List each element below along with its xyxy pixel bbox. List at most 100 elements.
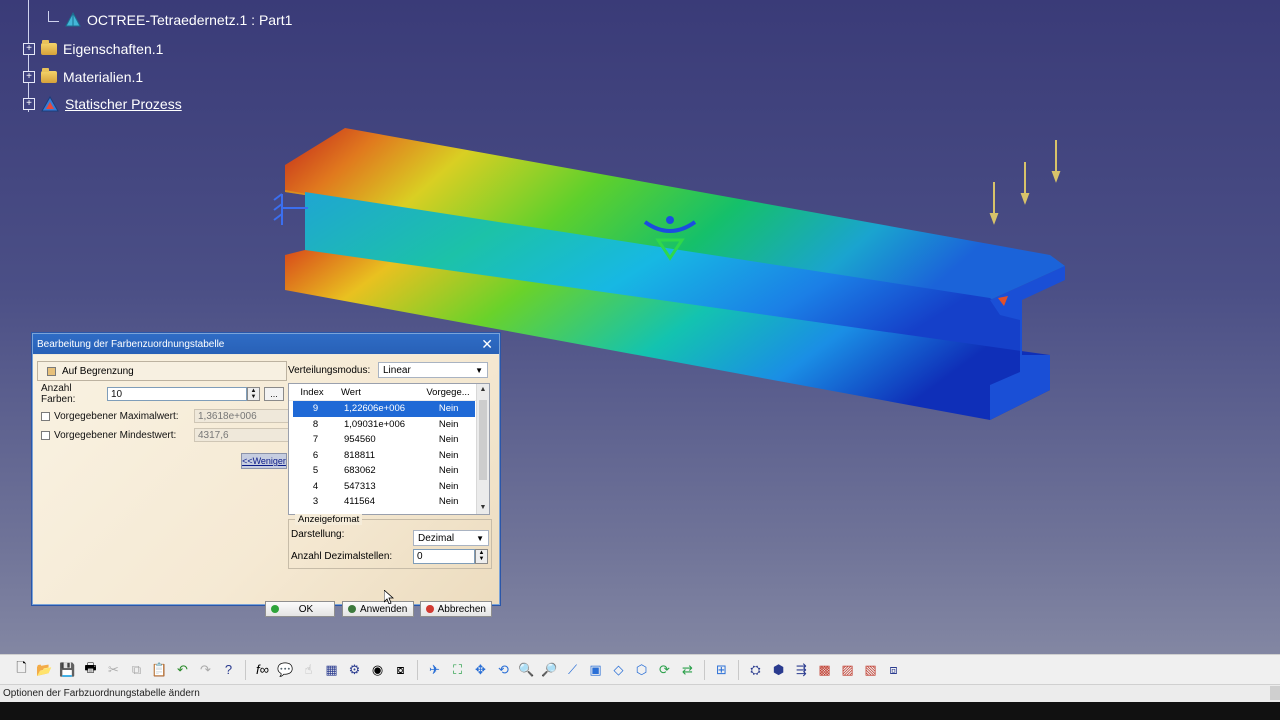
tree-item-mesh[interactable]: OCTREE-Tetraedernetz.1 : Part1 (48, 10, 292, 28)
table-row[interactable]: 3 411564 Nein (293, 494, 475, 510)
fit-all-icon[interactable]: ⛶ (448, 660, 467, 679)
measure-icon[interactable]: ⧇ (391, 660, 410, 679)
multi-view-icon[interactable]: ▣ (586, 660, 605, 679)
spin-down-icon[interactable]: ▼ (479, 556, 485, 562)
table-scrollbar[interactable]: ▲ ▼ (476, 384, 489, 514)
expand-icon[interactable]: + (23, 98, 35, 110)
cut-icon[interactable]: ✂ (104, 660, 123, 679)
iso-view-icon[interactable]: ◇ (609, 660, 628, 679)
displacement-icon[interactable]: ▨ (838, 660, 857, 679)
dialog-body: Auf Begrenzung Anzahl Farben: 10 ▲ ▼ ... … (33, 355, 499, 617)
min-value-checkbox[interactable] (41, 430, 50, 440)
expand-icon[interactable]: + (23, 43, 35, 55)
tree-item-label: Eigenschaften.1 (63, 41, 164, 57)
von-mises-icon[interactable]: ▩ (815, 660, 834, 679)
table-row[interactable]: 7 954560 Nein (293, 432, 475, 448)
formula-icon[interactable]: f∞ (253, 660, 272, 679)
red-dot-icon (426, 605, 434, 613)
status-text: Optionen der Farbzuordnungstabelle änder… (3, 688, 200, 699)
more-button[interactable]: ... (264, 387, 284, 401)
toolbar-separator (245, 659, 246, 680)
table-row[interactable]: 8 1,09031e+006 Nein (293, 417, 475, 433)
max-value-input[interactable]: 1,3618e+006 (194, 409, 294, 423)
scroll-thumb[interactable] (479, 400, 487, 480)
zoom-out-icon[interactable]: 🔎 (540, 660, 559, 679)
verteilungsmodus-select[interactable]: Linear ▼ (378, 362, 488, 378)
compute-icon[interactable]: ⛭ (746, 660, 765, 679)
knowledge-icon[interactable]: ◉ (368, 660, 387, 679)
cell-vorgegeben: Nein (438, 480, 459, 492)
open-folder-icon[interactable]: 📂 (35, 660, 54, 679)
cell-index: 3 (312, 496, 319, 508)
rotate-icon[interactable]: ⟲ (494, 660, 513, 679)
verteilungsmodus-label: Verteilungsmodus: (288, 364, 371, 376)
toolbar-separator (738, 659, 739, 680)
tree-item-materialien[interactable]: + Materialien.1 (23, 68, 143, 85)
max-value-label: Vorgegebener Maximalwert: (54, 410, 179, 422)
zoom-in-icon[interactable]: 🔍 (517, 660, 536, 679)
table-row[interactable]: 9 1,22606e+006 Nein (293, 401, 475, 417)
min-value-label: Vorgegebener Mindestwert: (54, 429, 177, 441)
auf-begrenzung-toggle[interactable]: Auf Begrenzung (37, 361, 287, 381)
dezimalstellen-spinner[interactable]: ▲ ▼ (475, 548, 488, 564)
scroll-up-icon[interactable]: ▲ (477, 384, 489, 396)
cell-wert: 683062 (343, 465, 376, 477)
ok-button[interactable]: OK (265, 601, 335, 617)
close-icon[interactable]: ✕ (481, 336, 493, 353)
darstellung-select[interactable]: Dezimal ▼ (413, 530, 489, 546)
anzahl-farben-input[interactable]: 10 (107, 387, 247, 401)
dezimalstellen-row: Anzahl Dezimalstellen: 0 ▲ ▼ (291, 548, 488, 564)
precision-icon[interactable]: ⧈ (884, 660, 903, 679)
hand-icon[interactable]: ☝ (299, 660, 318, 679)
weniger-button[interactable]: <<Weniger (241, 453, 287, 469)
status-box (1270, 686, 1280, 700)
table-row[interactable]: 6 818811 Nein (293, 448, 475, 464)
anwenden-button[interactable]: Anwenden (342, 601, 414, 617)
scroll-down-icon[interactable]: ▼ (477, 502, 489, 514)
anzahl-farben-spinner[interactable]: ▲ ▼ (247, 387, 260, 401)
redo-icon[interactable]: ↷ (196, 660, 215, 679)
print-icon[interactable]: 🖶 (81, 660, 100, 679)
paste-icon[interactable]: 📋 (150, 660, 169, 679)
dialog-titlebar[interactable]: Bearbeitung der Farbenzuordnungstabelle … (33, 334, 499, 354)
fly-mode-icon[interactable]: ✈ (425, 660, 444, 679)
render-style-icon[interactable]: ⬡ (632, 660, 651, 679)
column-header-vorgegeben[interactable]: Vorgege... (421, 387, 475, 398)
max-value-checkbox[interactable] (41, 411, 50, 421)
cell-vorgegeben: Nein (438, 496, 459, 508)
dezimalstellen-input[interactable]: 0 (413, 548, 475, 564)
table-icon[interactable]: ▦ (322, 660, 341, 679)
auf-begrenzung-label: Auf Begrenzung (62, 365, 134, 377)
column-header-index[interactable]: Index (289, 387, 335, 398)
expand-icon[interactable]: + (23, 71, 35, 83)
pan-icon[interactable]: ✥ (471, 660, 490, 679)
swap-space-icon[interactable]: ⇄ (678, 660, 697, 679)
table-row[interactable]: 4 547313 Nein (293, 479, 475, 495)
spin-down-icon[interactable]: ▼ (251, 394, 257, 400)
min-value-input[interactable]: 4317,6 (194, 428, 294, 442)
tree-item-eigenschaften[interactable]: + Eigenschaften.1 (23, 40, 164, 57)
dezimalstellen-label: Anzahl Dezimalstellen: (291, 550, 393, 562)
catalog-icon[interactable]: ⚙ (345, 660, 364, 679)
table-row[interactable]: 5 683062 Nein (293, 463, 475, 479)
abbrechen-button[interactable]: Abbrechen (420, 601, 492, 617)
hide-show-icon[interactable]: ⟳ (655, 660, 674, 679)
mesh-update-icon[interactable]: ⬢ (769, 660, 788, 679)
column-header-wert[interactable]: Wert (335, 387, 421, 398)
auf-begrenzung-checkbox[interactable] (47, 366, 56, 376)
deformation-icon[interactable]: ⇶ (792, 660, 811, 679)
new-file-icon[interactable]: 🗋 (12, 660, 31, 679)
folder-icon (41, 68, 57, 83)
tree-item-label: Statischer Prozess (65, 96, 182, 112)
copy-icon[interactable]: ⧉ (127, 660, 146, 679)
principal-stress-icon[interactable]: ▧ (861, 660, 880, 679)
tree-icon[interactable]: ⊞ (712, 660, 731, 679)
comment-icon[interactable]: 💬 (276, 660, 295, 679)
anzahl-farben-row: Anzahl Farben: 10 ▲ ▼ ... (37, 383, 284, 405)
whats-this-icon[interactable]: ? (219, 660, 238, 679)
normal-view-icon[interactable]: ⟋ (563, 660, 582, 679)
tree-item-statischer-prozess[interactable]: + Statischer Prozess (23, 96, 182, 112)
color-value-table[interactable]: Index Wert Vorgege... 9 1,22606e+006 Nein … (288, 383, 490, 515)
save-icon[interactable]: 💾 (58, 660, 77, 679)
undo-icon[interactable]: ↶ (173, 660, 192, 679)
